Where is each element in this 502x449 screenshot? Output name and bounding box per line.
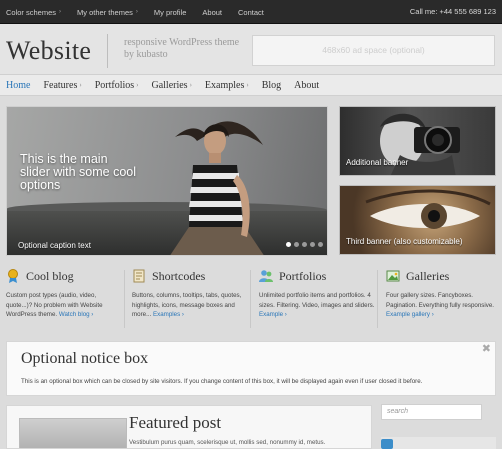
- feature-title: Cool blog: [6, 268, 122, 284]
- medal-icon: [8, 269, 18, 283]
- nav-item-blog[interactable]: Blog: [262, 80, 281, 91]
- top-link-label: My profile: [153, 7, 187, 17]
- top-link-label: Color schemes: [6, 7, 57, 17]
- feature-title: Galleries: [386, 268, 502, 284]
- nav-label: Galleries: [151, 79, 188, 91]
- slider-dot[interactable]: [294, 242, 299, 247]
- chevron-right-icon: ›: [59, 9, 62, 15]
- slider-dot[interactable]: [286, 242, 291, 247]
- people-icon: [259, 270, 273, 282]
- feature-columns: Cool blog Custom post types (audio, vide…: [0, 262, 502, 332]
- top-links: Color schemes › My other themes › My profi…: [6, 0, 280, 24]
- phone-number: Call me: +44 555 689 123: [409, 7, 496, 16]
- nav-label: Home: [6, 79, 31, 91]
- picture-icon: [386, 270, 400, 282]
- featured-post-thumbnail[interactable]: [19, 418, 127, 448]
- nav-label: Examples: [204, 79, 245, 91]
- main-slider[interactable]: This is the main slider with some cool o…: [6, 106, 328, 256]
- feature-title: Portfolios: [259, 268, 375, 284]
- feature-title: Shortcodes: [132, 268, 248, 284]
- banner-label: Additional banner: [346, 158, 409, 167]
- slider-dot[interactable]: [318, 242, 323, 247]
- chevron-right-icon: ›: [136, 81, 139, 89]
- nav-item-about[interactable]: About: [294, 80, 319, 91]
- top-link-label: Contact: [238, 7, 264, 17]
- feature-description: Custom post types (audio, video, quote..…: [6, 291, 122, 320]
- nav-item-galleries[interactable]: Galleries ›: [151, 80, 191, 91]
- main-nav: Home Features › Portfolios › Galleries › Ex…: [0, 74, 502, 96]
- site-tagline: responsive WordPress theme by kubasto: [124, 37, 240, 60]
- featured-post-title[interactable]: Featured post: [129, 413, 221, 433]
- featured-post-excerpt: Vestibulum purus quam, scelerisque ut, m…: [129, 439, 326, 446]
- feature-cool-blog: Cool blog Custom post types (audio, vide…: [6, 268, 122, 320]
- notice-box: Optional notice box This is an optional …: [6, 341, 496, 396]
- slider-subcaption: Optional caption text: [18, 241, 91, 250]
- widget-icon: [381, 439, 393, 449]
- chevron-right-icon: ›: [135, 9, 138, 15]
- feature-divider: [250, 270, 251, 328]
- site-logo[interactable]: Website: [6, 36, 91, 66]
- feature-title-text: Cool blog: [26, 268, 74, 283]
- ad-space[interactable]: 468x60 ad space (optional): [252, 35, 495, 66]
- feature-description: Buttons, columns, tooltips, tabs, quotes…: [132, 291, 248, 320]
- chevron-right-icon: ›: [79, 81, 82, 89]
- feature-text: Four gallery sizes. Fancyboxes. Paginati…: [386, 292, 494, 309]
- top-link-other-themes[interactable]: My other themes ›: [77, 8, 138, 17]
- top-link-about[interactable]: About: [202, 8, 222, 17]
- nav-label: Portfolios: [94, 79, 135, 91]
- top-link-color-schemes[interactable]: Color schemes ›: [6, 8, 61, 17]
- search-input[interactable]: search: [381, 404, 482, 420]
- chevron-right-icon: ›: [189, 81, 192, 89]
- slider-photo-woman: [170, 121, 264, 255]
- feature-galleries: Galleries Four gallery sizes. Fancyboxes…: [386, 268, 502, 320]
- feature-description: Four gallery sizes. Fancyboxes. Paginati…: [386, 291, 502, 320]
- nav-label: About: [294, 79, 320, 91]
- chevron-right-icon: ›: [246, 81, 249, 89]
- nav-item-portfolios[interactable]: Portfolios ›: [95, 80, 139, 91]
- top-link-contact[interactable]: Contact: [238, 8, 264, 17]
- notice-text: This is an optional box which can be clo…: [21, 378, 423, 385]
- banner-third[interactable]: Third banner (also customizable): [339, 185, 496, 255]
- header-divider: [107, 34, 108, 68]
- feature-title-text: Galleries: [406, 268, 450, 283]
- feature-description: Unlimited portfolio items and portfolios…: [259, 291, 375, 320]
- slider-pagination: [283, 242, 323, 247]
- site-header: Website responsive WordPress theme by ku…: [0, 24, 502, 74]
- top-link-profile[interactable]: My profile: [154, 8, 187, 17]
- top-link-label: My other themes: [77, 7, 133, 17]
- banner-additional[interactable]: Additional banner: [339, 106, 496, 176]
- nav-label: Features: [43, 79, 78, 91]
- feature-link[interactable]: Example ›: [259, 311, 287, 318]
- feature-link[interactable]: Examples ›: [153, 311, 184, 318]
- feature-link[interactable]: Watch blog ›: [59, 311, 94, 318]
- nav-label: Blog: [261, 79, 282, 91]
- nav-item-features[interactable]: Features ›: [43, 80, 81, 91]
- close-icon[interactable]: ✖: [482, 344, 491, 355]
- document-icon: [133, 269, 145, 283]
- nav-item-examples[interactable]: Examples ›: [205, 80, 249, 91]
- feature-text: Unlimited portfolio items and portfolios…: [259, 292, 375, 309]
- feature-text: Buttons, columns, tooltips, tabs, quotes…: [132, 292, 242, 318]
- top-bar: Color schemes › My other themes › My profi…: [0, 0, 502, 24]
- feature-link[interactable]: Example gallery ›: [386, 311, 434, 318]
- feature-portfolios: Portfolios Unlimited portfolio items and…: [259, 268, 375, 320]
- feature-title-text: Portfolios: [279, 268, 327, 283]
- feature-shortcodes: Shortcodes Buttons, columns, tooltips, t…: [132, 268, 248, 320]
- top-link-label: About: [202, 7, 223, 17]
- slider-caption: This is the main slider with some cool o…: [20, 152, 137, 192]
- banner-label: Third banner (also customizable): [346, 237, 463, 246]
- sidebar-widget: [381, 437, 496, 449]
- feature-title-text: Shortcodes: [152, 268, 206, 283]
- notice-title: Optional notice box: [21, 350, 149, 367]
- slider-dot[interactable]: [310, 242, 315, 247]
- feature-divider: [124, 270, 125, 328]
- featured-post: Featured post Vestibulum purus quam, sce…: [6, 405, 372, 449]
- slider-dot[interactable]: [302, 242, 307, 247]
- feature-divider: [377, 270, 378, 328]
- nav-item-home[interactable]: Home: [6, 80, 30, 91]
